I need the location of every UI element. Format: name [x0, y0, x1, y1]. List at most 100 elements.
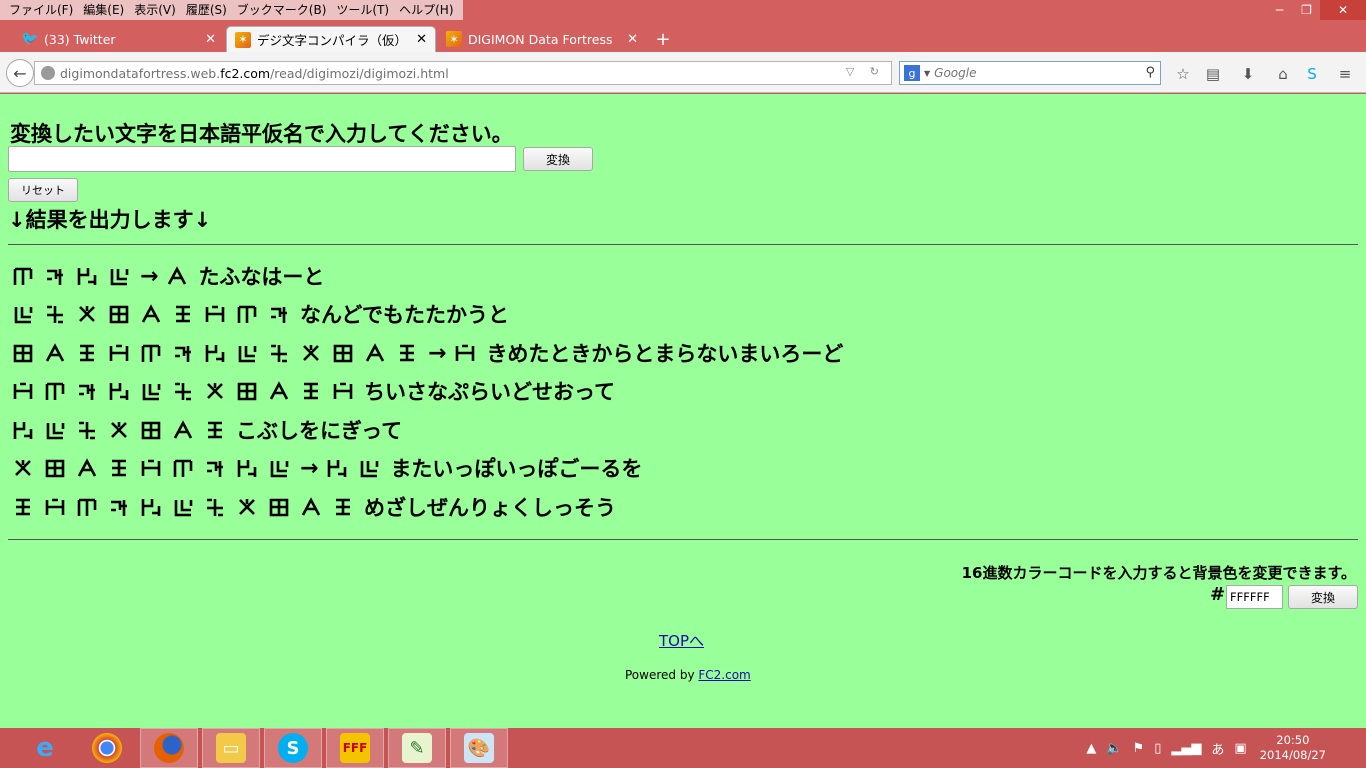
result-kana: きめたときからとまらないまいろーど: [486, 342, 844, 366]
tray-expand-icon[interactable]: ▲: [1086, 741, 1096, 756]
digimoji-glyph: [176, 305, 190, 323]
digimoji-glyph: [208, 421, 222, 439]
bookmark-star-icon[interactable]: ☆: [1173, 65, 1193, 83]
tab-digimon-data-fortress[interactable]: ✶ DIGIMON Data Fortress ✕: [438, 26, 646, 52]
fc2-link[interactable]: FC2.com: [698, 668, 750, 682]
ime-pad-icon[interactable]: ▣: [1234, 741, 1246, 756]
title-bar: ファイル(F) 編集(E) 表示(V) 履歴(S) ブックマーク(B) ツール(…: [0, 0, 1366, 22]
taskbar-paint[interactable]: 🎨: [450, 728, 508, 768]
digimoji-glyph: [141, 459, 161, 476]
taskbar-skype[interactable]: S: [264, 728, 322, 768]
menu-file[interactable]: ファイル(F): [4, 0, 78, 20]
ie-icon: e: [36, 733, 54, 763]
digimoji-glyph: [112, 459, 126, 477]
close-tab-icon[interactable]: ✕: [416, 32, 427, 47]
digimoji-glyph: [207, 498, 223, 517]
menu-bookmarks[interactable]: ブックマーク(B): [232, 0, 332, 20]
digimoji-glyph: [301, 497, 321, 516]
home-icon[interactable]: ⌂: [1273, 65, 1293, 83]
digimoji-glyph: [271, 307, 287, 323]
digimoji-glyph: [77, 498, 97, 516]
downloads-icon[interactable]: ⬇: [1238, 65, 1258, 83]
digimoji-glyph: [328, 460, 347, 477]
search-input[interactable]: [934, 66, 1125, 80]
notepad-icon: ✎: [402, 733, 432, 763]
firefox-icon: [154, 733, 184, 763]
hash-label: #: [1210, 584, 1226, 605]
digimoji-glyph: [45, 382, 65, 400]
new-tab-button[interactable]: +: [650, 26, 676, 52]
digimoji-glyph: [47, 269, 63, 285]
menu-edit[interactable]: 編集(E): [78, 0, 129, 20]
close-window-button[interactable]: ✕: [1320, 0, 1366, 20]
reload-icon[interactable]: ▽ ↻: [846, 65, 885, 78]
menu-view[interactable]: 表示(V): [129, 0, 181, 20]
digimoji-glyph: [271, 344, 287, 363]
navigation-bar: ← digimondatafortress.web. fc2.com/read/d…: [0, 52, 1366, 93]
powered-prefix: Powered by: [625, 668, 699, 682]
digimoji-glyph: [45, 459, 65, 478]
result-kana: こぶしをにぎって: [236, 419, 403, 443]
power-icon[interactable]: ▯: [1154, 741, 1161, 756]
restore-button[interactable]: ❐: [1293, 0, 1320, 20]
menu-tools[interactable]: ツール(T): [331, 0, 394, 20]
taskbar-firefox[interactable]: [140, 728, 198, 768]
search-bar[interactable]: g ▼ ⚲: [899, 61, 1161, 85]
minimize-button[interactable]: ─: [1266, 0, 1293, 20]
digimoji-glyph: [109, 305, 129, 324]
digimoji-glyph: [173, 420, 193, 439]
digimoji-glyph: [333, 344, 353, 363]
tab-title: デジ文字コンパイラ（仮）: [257, 33, 408, 48]
digimoji-glyphs: [12, 302, 300, 326]
reading-list-icon[interactable]: ▤: [1203, 65, 1223, 83]
taskbar-chrome[interactable]: [78, 728, 136, 768]
digimoji-glyph: [173, 459, 193, 477]
colorcode-note: 16進数カラーコードを入力すると背景色を変更できます。: [961, 564, 1356, 582]
digimoji-glyph: [13, 422, 33, 439]
result-row: なんどでもたたかうと: [12, 298, 509, 330]
close-tab-icon[interactable]: ✕: [205, 32, 216, 47]
digimoji-glyphs: [12, 495, 364, 519]
taskbar-ffftp[interactable]: FFF: [326, 728, 384, 768]
skype-icon[interactable]: S: [1302, 65, 1322, 83]
tab-digimozi[interactable]: ✶ デジ文字コンパイラ（仮） ✕: [226, 26, 436, 52]
chevron-down-icon[interactable]: ▼: [924, 69, 930, 78]
close-tab-icon[interactable]: ✕: [627, 32, 638, 47]
top-link[interactable]: TOPへ: [659, 630, 704, 651]
reset-button[interactable]: リセット: [8, 178, 78, 202]
digimoji-glyph: [142, 384, 161, 401]
convert-button[interactable]: 変換: [523, 147, 593, 171]
flag-icon[interactable]: ⚑: [1133, 741, 1145, 756]
digimoji-glyph: [13, 267, 33, 285]
taskbar-notepad[interactable]: ✎: [388, 728, 446, 768]
clock[interactable]: 20:50 2014/08/27: [1260, 733, 1326, 763]
kana-input[interactable]: [8, 146, 516, 172]
menu-history[interactable]: 履歴(S): [181, 0, 232, 20]
digimoji-glyph: [77, 458, 97, 477]
taskbar-ie[interactable]: e: [16, 728, 74, 768]
search-icon[interactable]: ⚲: [1145, 65, 1155, 80]
digimoji-glyph: [175, 382, 191, 401]
network-icon[interactable]: ▂▄▆: [1171, 741, 1201, 756]
result-heading: ↓結果を出力します↓: [8, 208, 212, 232]
address-bar[interactable]: digimondatafortress.web. fc2.com/read/dig…: [34, 61, 892, 85]
globe-icon: [41, 66, 55, 80]
digimoji-glyph: [111, 422, 127, 438]
google-engine-icon[interactable]: g: [904, 65, 920, 81]
volume-icon[interactable]: 🔈: [1106, 741, 1122, 756]
tab-twitter[interactable]: 🐦 (33) Twitter ✕: [14, 26, 224, 52]
digimoji-glyph: [238, 346, 257, 363]
color-code-input[interactable]: FFFFFF: [1226, 585, 1283, 609]
skype-icon: S: [278, 733, 308, 763]
digimoji-glyph: [46, 423, 65, 440]
taskbar-explorer[interactable]: ▭: [202, 728, 260, 768]
back-arrow-icon: ←: [13, 63, 27, 83]
result-row: → たふなはーと: [12, 260, 324, 292]
system-tray: ▲ 🔈 ⚑ ▯ ▂▄▆ あ ▣ 20:50 2014/08/27: [1081, 728, 1366, 768]
menu-icon[interactable]: ≡: [1335, 65, 1355, 83]
back-button[interactable]: ←: [6, 59, 34, 87]
menu-help[interactable]: ヘルプ(H): [394, 0, 458, 20]
color-convert-button[interactable]: 変換: [1288, 585, 1358, 609]
digimoji-glyphs: →: [12, 264, 198, 289]
ime-indicator[interactable]: あ: [1211, 739, 1224, 758]
